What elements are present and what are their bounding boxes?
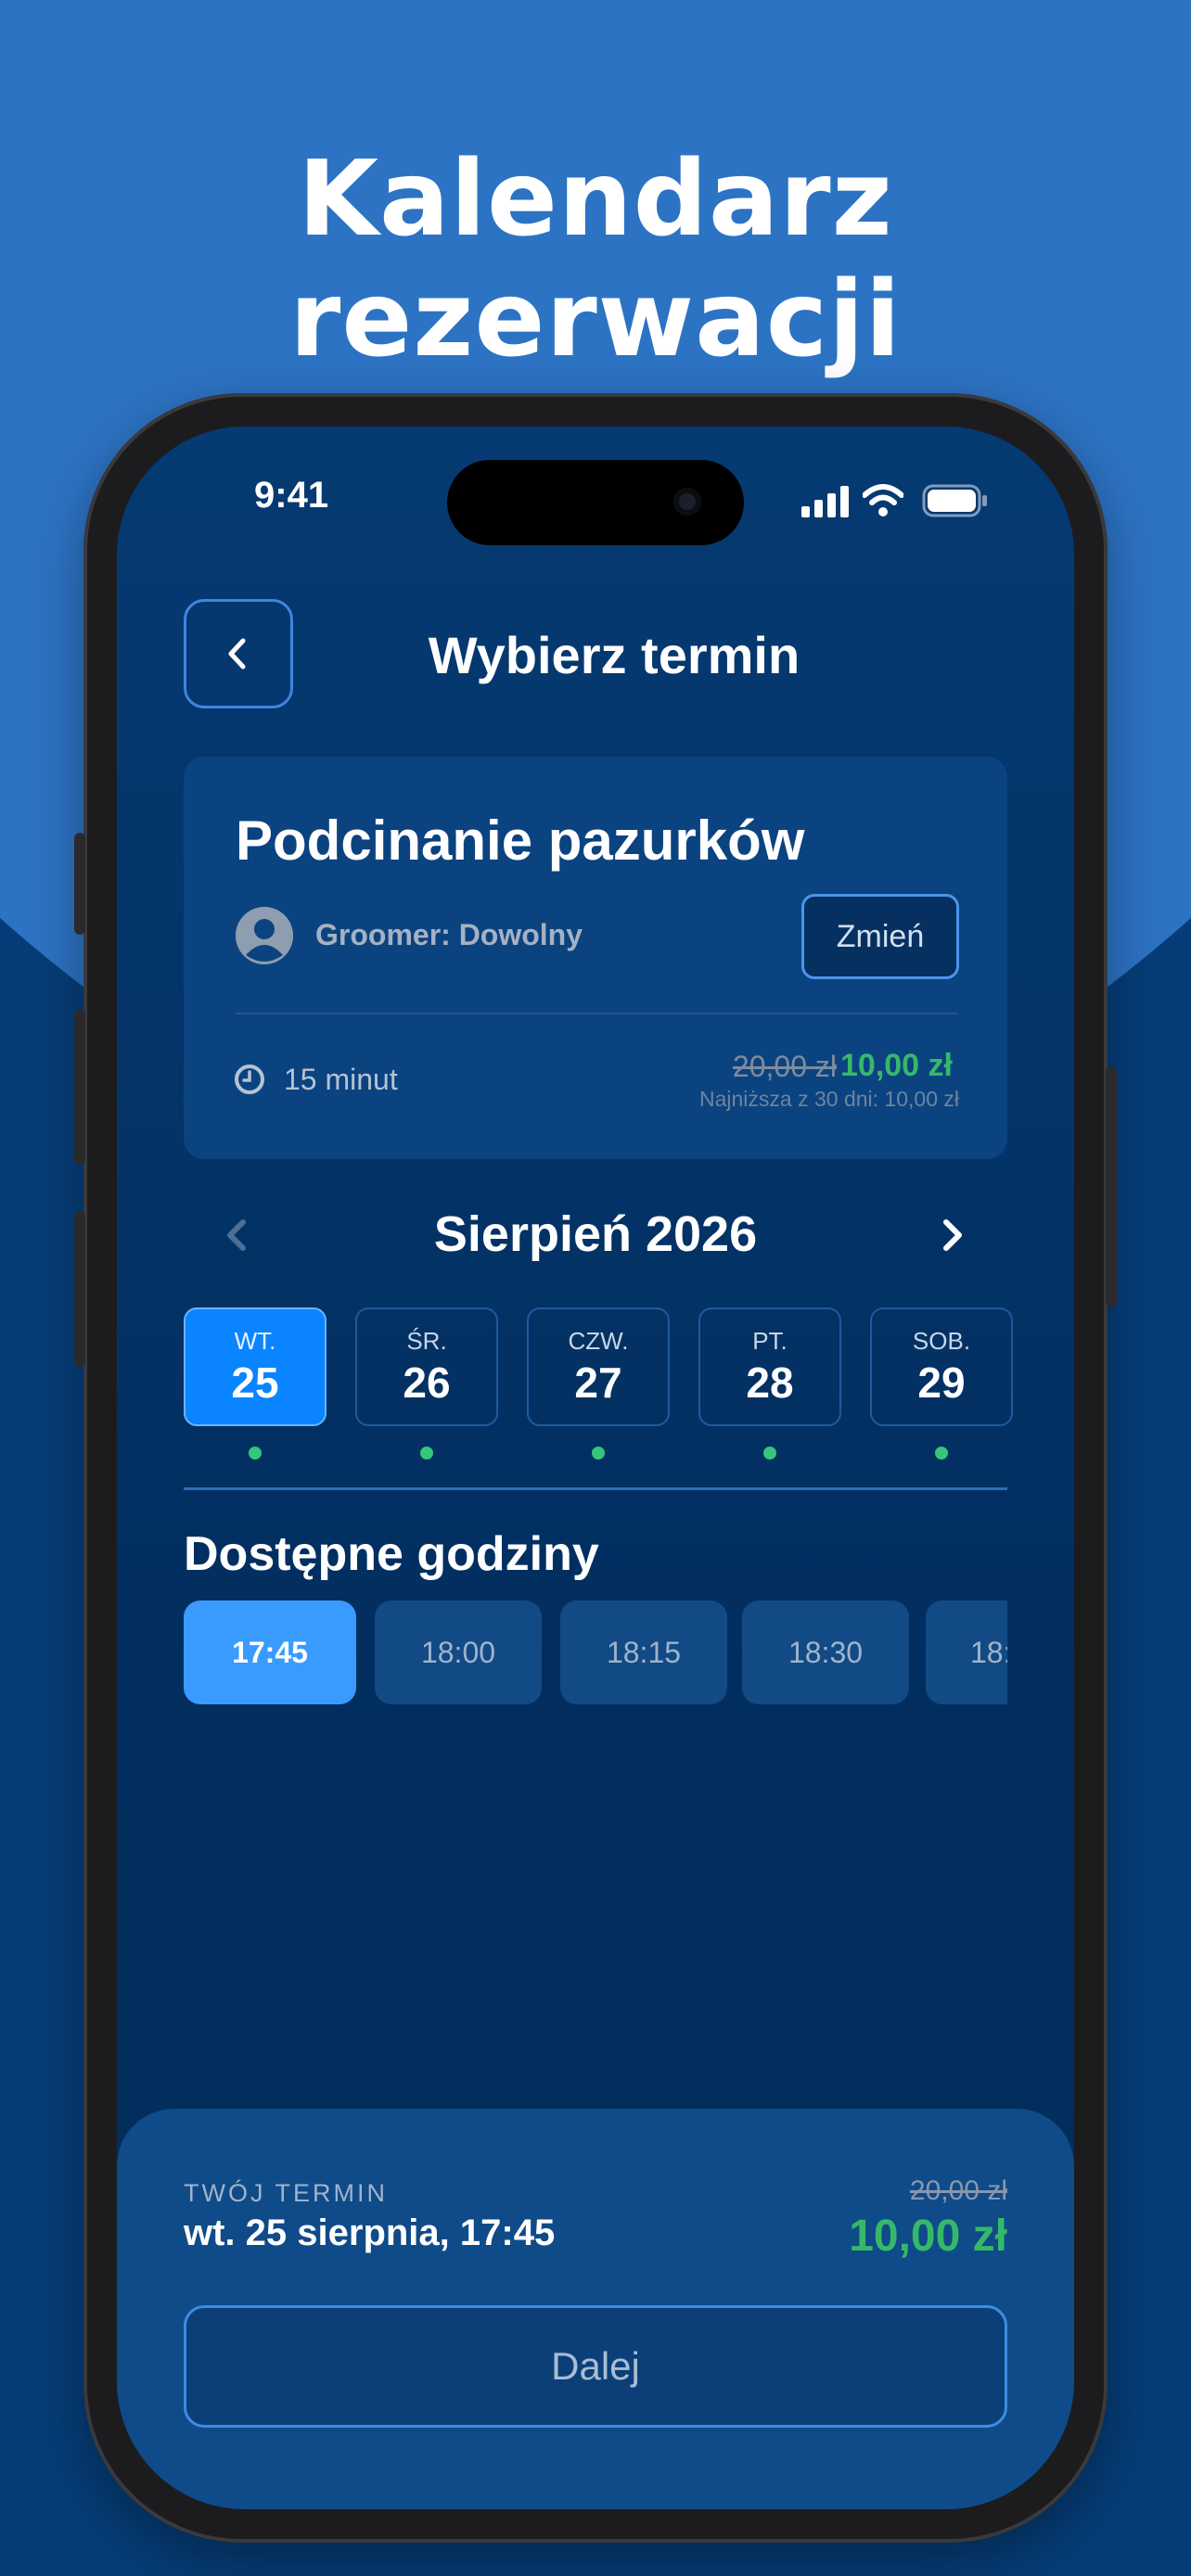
day-number: 27	[574, 1358, 622, 1407]
time-slot-list: 17:45 18:00 18:15 18:30 18:45	[184, 1600, 1007, 1704]
day-chip-27[interactable]: CZW. 27	[527, 1307, 670, 1426]
summary-label: TWÓJ TERMIN	[184, 2179, 388, 2207]
signal-icon	[801, 486, 849, 517]
status-time: 9:41	[254, 475, 329, 516]
page-headline: Kalendarz rezerwacji	[289, 139, 902, 380]
time-slot[interactable]: 18:30	[742, 1600, 909, 1704]
power-button	[1106, 1066, 1117, 1307]
day-chip-25[interactable]: WT. 25	[184, 1307, 327, 1426]
availability-dot	[420, 1447, 433, 1460]
day-weekday: SOB.	[912, 1326, 971, 1355]
user-icon	[236, 907, 293, 964]
avatar	[236, 907, 293, 964]
service-name: Podcinanie pazurków	[236, 810, 805, 872]
time-slot[interactable]: 18:15	[560, 1600, 727, 1704]
change-groomer-button[interactable]: Zmień	[801, 894, 959, 979]
summary-date: wt. 25 sierpnia, 17:45	[184, 2213, 556, 2253]
time-slot[interactable]: 18:00	[375, 1600, 542, 1704]
availability-dot	[249, 1447, 262, 1460]
day-chip-29[interactable]: SOB. 29	[870, 1307, 1013, 1426]
day-chip-28[interactable]: PT. 28	[698, 1307, 841, 1426]
next-button[interactable]: Dalej	[184, 2305, 1007, 2428]
card-divider	[236, 1013, 957, 1014]
day-weekday: PT.	[752, 1326, 788, 1355]
page-title: Wybierz termin	[428, 626, 800, 684]
summary-old-price: 20,00 zł	[909, 2175, 1007, 2206]
volume-down-button	[74, 1211, 85, 1367]
day-weekday: CZW.	[568, 1326, 629, 1355]
section-divider	[184, 1487, 1007, 1490]
battery-icon	[922, 484, 987, 517]
new-price: 10,00 zł	[840, 1048, 953, 1083]
availability-dot	[763, 1447, 776, 1460]
available-hours-title: Dostępne godziny	[184, 1527, 599, 1581]
day-number: 25	[231, 1358, 279, 1407]
day-number: 26	[403, 1358, 451, 1407]
duration-label: 15 minut	[284, 1063, 398, 1096]
camera-icon	[673, 488, 701, 516]
wifi-icon	[863, 484, 903, 516]
groomer-label: Groomer: Dowolny	[315, 918, 583, 951]
old-price: 20,00 zł	[732, 1050, 837, 1083]
day-chip-26[interactable]: ŚR. 26	[355, 1307, 498, 1426]
summary-new-price: 10,00 zł	[849, 2212, 1007, 2261]
volume-up-button	[74, 1009, 85, 1165]
day-weekday: WT.	[234, 1326, 276, 1355]
day-number: 29	[917, 1358, 966, 1407]
lowest-price-note: Najniższa z 30 dni: 10,00 zł	[699, 1087, 959, 1111]
clock-icon	[235, 1065, 264, 1094]
day-weekday: ŚR.	[406, 1326, 447, 1355]
day-number: 28	[746, 1358, 794, 1407]
availability-dot	[935, 1447, 948, 1460]
next-month-chevron-icon[interactable]	[924, 1207, 980, 1263]
action-button	[74, 833, 85, 935]
phone-screen: 9:41 Wybierz termin Podcinanie pazurków …	[117, 427, 1074, 2509]
availability-dot	[592, 1447, 605, 1460]
time-slot[interactable]: 18:45	[926, 1600, 1007, 1704]
time-slot[interactable]: 17:45	[184, 1600, 356, 1704]
